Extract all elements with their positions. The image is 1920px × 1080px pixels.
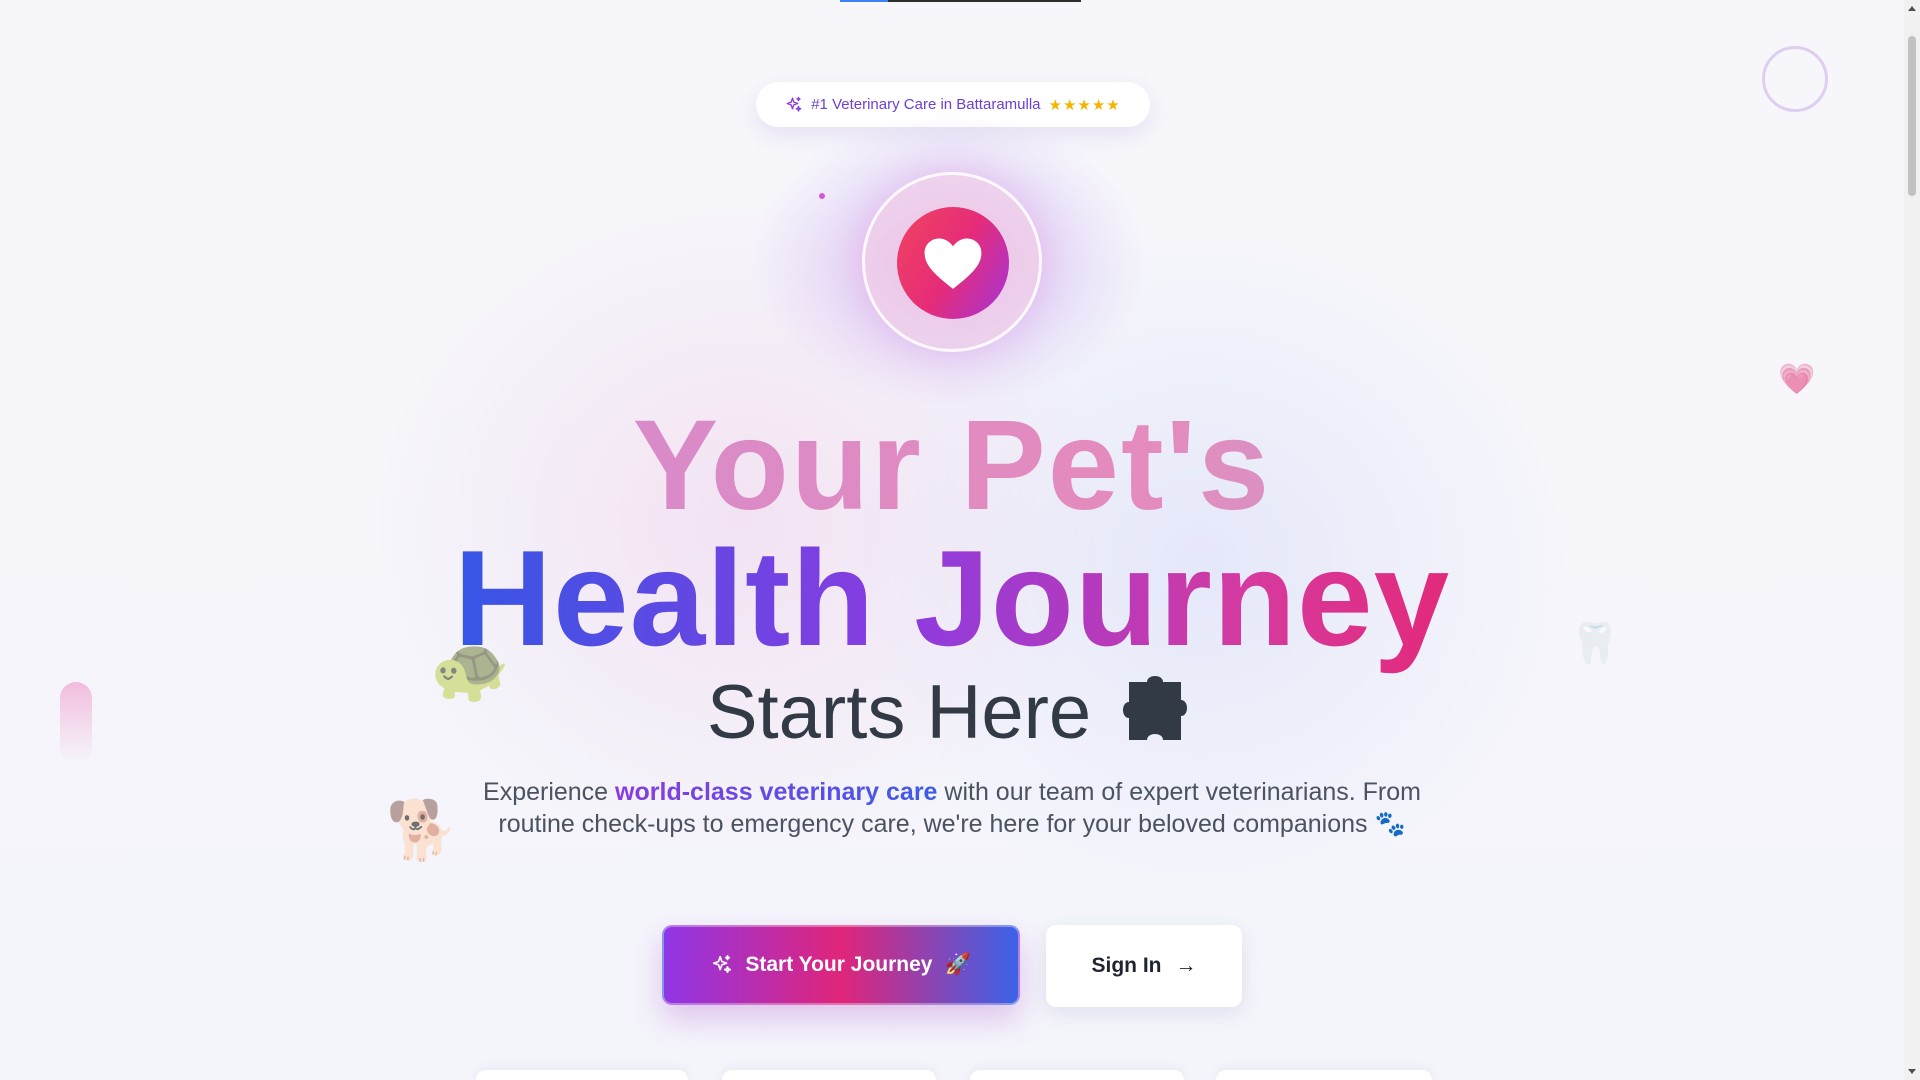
vertical-scrollbar[interactable] [1904,0,1920,1080]
description-prefix: Experience [483,778,616,806]
scrollbar-thumb[interactable] [1908,36,1916,196]
hero-description: Experience world-class veterinary care w… [452,776,1452,840]
sparkles-icon [713,955,732,974]
rocket-icon: 🚀 [944,953,971,976]
hero-title-line-3-text: Starts Here [706,670,1092,755]
scroll-down-arrow[interactable] [1908,1069,1916,1074]
feature-card-peek [476,1070,688,1080]
heart-icon [924,238,982,289]
scroll-up-arrow[interactable] [1908,6,1916,11]
sign-in-button[interactable]: Sign In → [1046,925,1242,1007]
dog-icon: 🐕 [386,796,459,864]
feature-card-peek [970,1070,1184,1080]
decorative-dot [819,193,825,199]
feature-card-peek [722,1070,936,1080]
decorative-circle [1762,46,1828,112]
sign-in-label: Sign In [1091,954,1162,977]
heart-decoration-icon: 💗 [1778,362,1816,397]
hero-title-line-3: Starts Here [0,668,1904,758]
start-journey-label: Start Your Journey [745,953,933,976]
puzzle-icon [1123,676,1188,740]
turtle-icon: 🐢 [430,633,510,707]
description-highlight: world-class veterinary care [615,778,938,806]
landing-page: #1 Veterinary Care in Battaramulla ★★★★★… [0,0,1904,1080]
star-rating: ★★★★★ [1048,96,1121,114]
feature-card-peek [1216,1070,1432,1080]
start-journey-button[interactable]: Start Your Journey 🚀 [662,925,1020,1005]
paw-emoji: 🐾 [1374,810,1406,838]
top-progress-bar [840,0,1081,2]
hero-title-line-2-text: Health Journey [453,522,1451,674]
arrow-right-icon: → [1175,954,1197,977]
top-progress-fill [840,0,888,2]
heart-emblem [897,207,1009,319]
hero-title-line-1: Your Pet's [0,396,1904,536]
sparkles-icon [786,96,802,112]
tooth-icon: 🦷 [1570,621,1620,667]
